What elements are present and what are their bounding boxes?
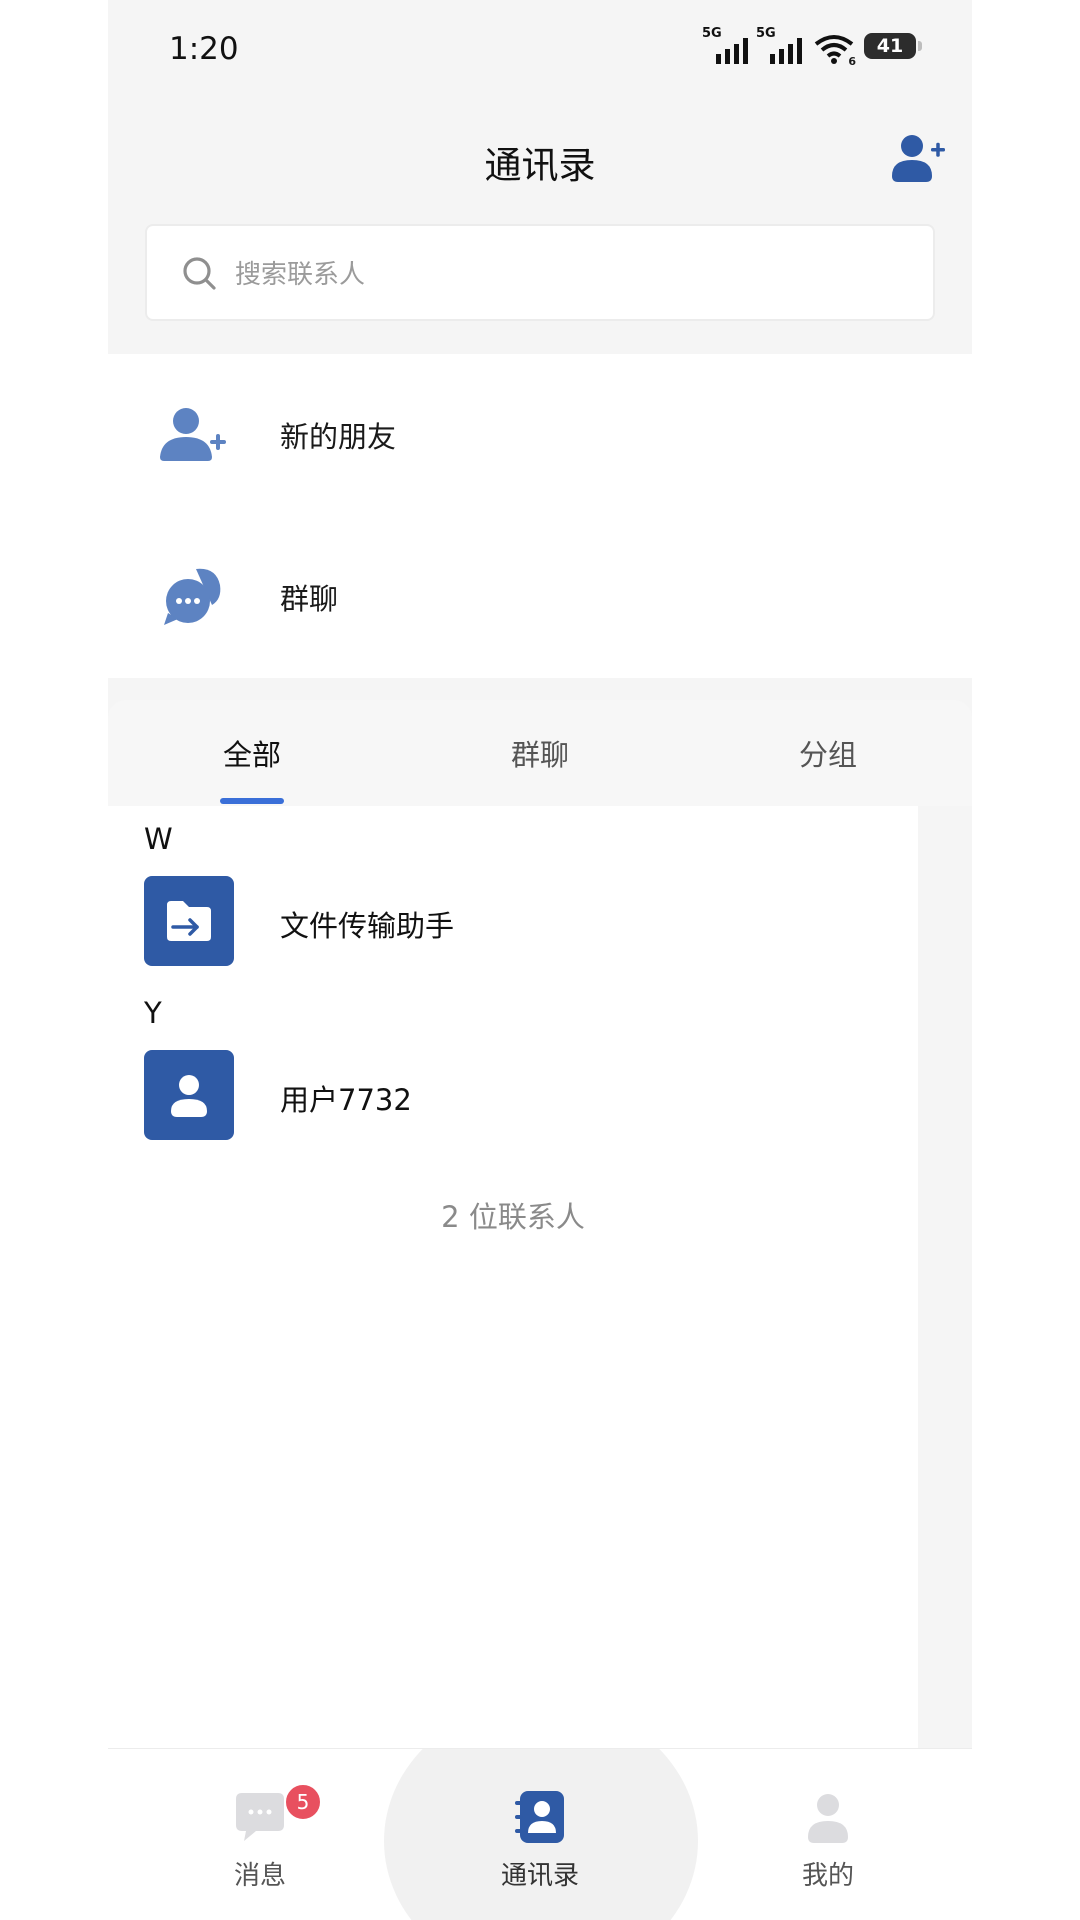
group-chats-item[interactable]: 群聊 — [108, 516, 972, 678]
bottom-nav: 5 消息 通讯录 我的 — [108, 1748, 972, 1920]
contacts-book-icon — [515, 1791, 564, 1843]
add-contact-button[interactable] — [888, 130, 948, 190]
contact-row-file-transfer[interactable]: 文件传输助手 — [144, 876, 904, 966]
contact-count: 2 位联系人 — [441, 1200, 585, 1234]
contact-avatar — [144, 1050, 234, 1140]
new-friends-item[interactable]: 新的朋友 — [108, 354, 972, 516]
contact-avatar — [144, 876, 234, 966]
contact-name: 用户7732 — [280, 1083, 412, 1117]
search-icon — [183, 256, 216, 290]
contact-list: W 文件传输助手 Y 用户7732 2 位联系人 — [108, 806, 918, 1750]
cellular-signal-icon: 5G — [702, 26, 750, 64]
nav-contacts[interactable]: 通讯录 — [460, 1749, 620, 1920]
wifi-icon: 6 — [810, 28, 856, 68]
new-friend-icon — [160, 408, 226, 461]
contact-row-user[interactable]: 用户7732 — [144, 1050, 904, 1140]
battery-icon: 41 — [864, 33, 922, 59]
contact-tabs: 全部 群聊 分组 — [108, 700, 972, 806]
tab-groups[interactable]: 分组 — [728, 732, 928, 774]
section-header-w: W — [144, 822, 173, 856]
quick-actions: 新的朋友 群聊 — [108, 354, 972, 678]
group-chats-label: 群聊 — [280, 582, 339, 616]
tab-group-chats[interactable]: 群聊 — [440, 732, 640, 774]
tab-all[interactable]: 全部 — [152, 732, 352, 774]
add-contact-icon — [892, 135, 945, 182]
nav-profile[interactable]: 我的 — [748, 1749, 908, 1920]
search-input[interactable]: 搜索联系人 — [145, 224, 935, 321]
user-avatar-icon — [171, 1075, 207, 1117]
profile-icon — [808, 1794, 848, 1843]
status-time: 1:20 — [169, 31, 239, 67]
nav-profile-label: 我的 — [801, 1861, 854, 1891]
app-frame: 1:20 5G 5G 6 41 通讯录 搜索联系人 新的朋友 群聊 全部 群聊 … — [108, 0, 972, 1920]
nav-contacts-label: 通讯录 — [500, 1861, 579, 1891]
file-transfer-icon — [167, 901, 211, 941]
chat-icon — [236, 1793, 284, 1841]
nav-messages[interactable]: 5 消息 — [180, 1749, 340, 1920]
status-bar: 1:20 5G 5G 6 41 — [108, 0, 972, 100]
page-title: 通讯录 — [484, 144, 596, 187]
new-friends-label: 新的朋友 — [280, 420, 397, 454]
contact-name: 文件传输助手 — [280, 909, 455, 943]
section-header-y: Y — [144, 996, 162, 1030]
status-icons: 5G 5G 6 41 — [702, 26, 922, 68]
nav-messages-label: 消息 — [233, 1861, 286, 1891]
cellular-signal-icon: 5G — [756, 26, 804, 64]
unread-badge: 5 — [284, 1783, 322, 1821]
active-tab-indicator — [220, 798, 284, 804]
wifi-label: 6 — [848, 55, 856, 68]
search-placeholder: 搜索联系人 — [235, 260, 366, 290]
battery-level: 41 — [876, 35, 904, 57]
group-chat-icon — [164, 568, 221, 625]
